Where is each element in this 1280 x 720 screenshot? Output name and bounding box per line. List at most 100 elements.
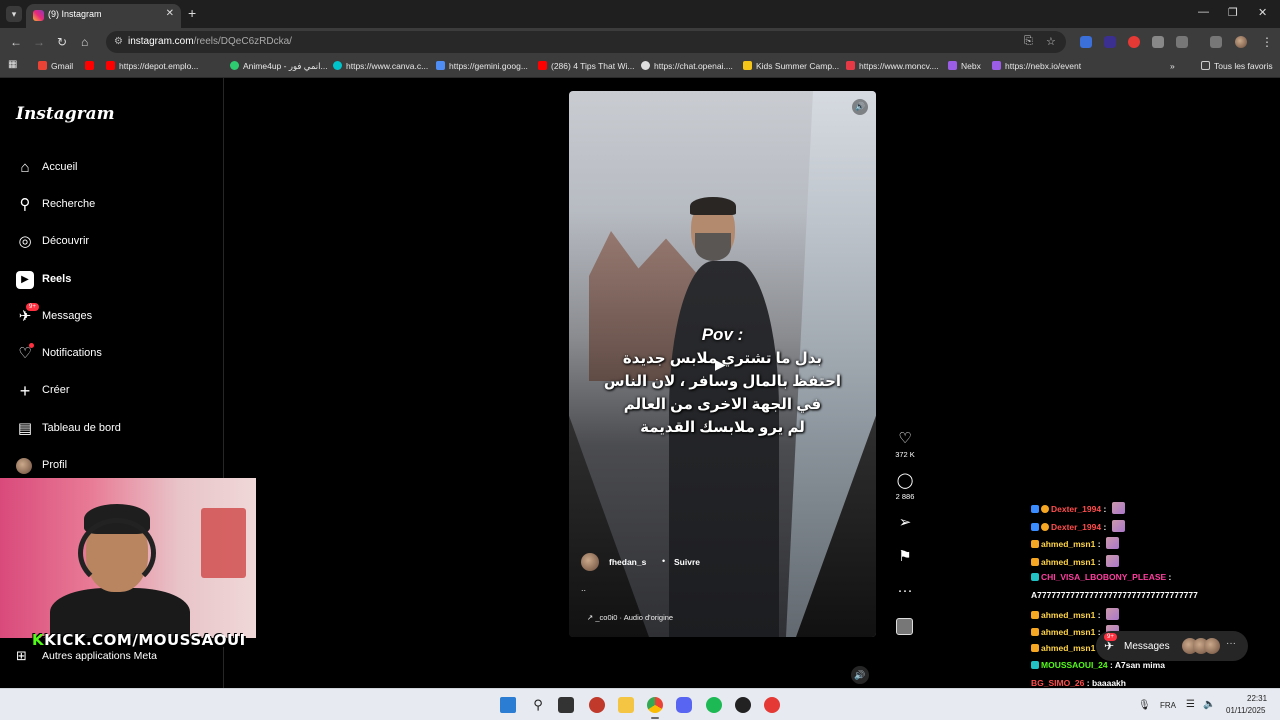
bookmark-depot[interactable]: https://depot.emplo... — [106, 61, 198, 71]
follow-button[interactable]: Suivre — [674, 557, 700, 567]
sidebar-item-recherche[interactable]: ⚲ Recherche — [16, 195, 216, 217]
minimize-button[interactable]: — — [1198, 6, 1209, 18]
back-icon[interactable]: ← — [10, 35, 22, 49]
extension-icon[interactable] — [1128, 36, 1140, 48]
comment-button[interactable]: ◯ 2 886 — [892, 472, 918, 501]
obs-icon[interactable] — [735, 697, 751, 713]
home-browser-icon[interactable]: ⌂ — [81, 35, 88, 49]
app-icon[interactable] — [589, 697, 605, 713]
chrome-icon[interactable] — [647, 697, 663, 713]
discord-icon[interactable] — [676, 697, 692, 713]
chat-badge-icon — [1041, 505, 1049, 513]
search-icon[interactable]: ⚲ — [530, 697, 546, 713]
apps-grid-icon[interactable]: ▦ — [8, 59, 17, 70]
active-tab[interactable]: (9) Instagram ✕ — [26, 4, 181, 28]
volume-icon[interactable]: 🔊 — [851, 666, 869, 684]
anime4up-icon — [230, 61, 239, 70]
sidebar-item-reels[interactable]: ▶ Reels — [16, 270, 216, 292]
windows-start-icon[interactable] — [500, 697, 516, 713]
bookmark-icon: ⚑ — [898, 548, 912, 565]
chat-message: MOUSSAOUI_24 : A7san mima — [1031, 660, 1276, 678]
spotify-icon[interactable] — [706, 697, 722, 713]
man-hair — [690, 197, 736, 215]
sidebar-item-creer[interactable]: + Créer — [16, 381, 216, 403]
bookmark-youtube[interactable] — [85, 61, 98, 71]
all-bookmarks-folder[interactable]: Tous les favoris — [1201, 61, 1273, 71]
tab-close-icon[interactable]: ✕ — [166, 8, 174, 19]
sidebar-item-accueil[interactable]: ⌂ Accueil — [16, 158, 216, 180]
extension-icon[interactable] — [1104, 36, 1116, 48]
instagram-logo[interactable]: Instagram — [16, 104, 115, 124]
profile-avatar-icon[interactable] — [1235, 36, 1247, 48]
chat-badge-icon — [1041, 522, 1049, 531]
bookmark-youtube-tips[interactable]: (286) 4 Tips That Wi... — [538, 61, 634, 71]
man-beard — [695, 233, 731, 261]
bookmark-canva[interactable]: https://www.canva.c... — [333, 61, 428, 71]
microphone-icon[interactable]: 🎙 — [1138, 700, 1151, 711]
wifi-icon[interactable]: ☰ — [1186, 699, 1195, 710]
address-bar[interactable]: ⚙ instagram.com/reels/DQeC6zRDcka/ ⎘ ☆ — [106, 31, 1066, 53]
more-icon[interactable]: ··· — [1226, 638, 1236, 649]
gmail-icon — [38, 61, 47, 70]
tab-search-button[interactable]: ▾ — [6, 6, 22, 22]
bookmark-nebx-event[interactable]: https://nebx.io/event — [992, 61, 1081, 71]
dashboard-icon: ▤ — [17, 420, 33, 437]
chat-message: Dexter_1994 : — [1031, 502, 1276, 520]
volume-icon[interactable]: 🔈 — [1203, 699, 1215, 710]
reels-icon: ▶ — [16, 271, 34, 289]
play-icon[interactable]: ▶ — [715, 356, 726, 373]
sidebar-item-notifications[interactable]: ♡ Notifications — [16, 343, 216, 366]
bookmark-gemini[interactable]: https://gemini.goog... — [436, 61, 528, 71]
forward-icon[interactable]: → — [33, 35, 45, 49]
media-controls-icon[interactable] — [1210, 36, 1222, 48]
task-view-icon[interactable] — [558, 697, 574, 713]
language-indicator[interactable]: FRA — [1160, 701, 1176, 710]
bookmark-nebx[interactable]: Nebx — [948, 61, 981, 71]
like-button[interactable]: ♡ 372 K — [892, 430, 918, 459]
save-button[interactable]: ⚑ — [892, 548, 918, 566]
share-button[interactable]: ➢ — [892, 514, 918, 532]
sidebar-item-profil[interactable]: Profil — [16, 456, 216, 478]
volume-icon[interactable]: 🔊 — [852, 99, 868, 115]
webcam-overlay — [0, 478, 256, 638]
message-avatars — [1182, 638, 1222, 654]
chat-message: CHI_VISA_LBOBONY_PLEASE : — [1031, 572, 1276, 590]
app-icon[interactable] — [764, 697, 780, 713]
caption-line: في الجهة الاخرى من العالم — [623, 396, 822, 413]
sidebar-item-decouvrir[interactable]: ◎ Découvrir — [16, 232, 216, 254]
reload-icon[interactable]: ↻ — [57, 35, 67, 49]
bookmark-gmail[interactable]: Gmail — [38, 61, 73, 71]
bookmark-star-icon[interactable]: ☆ — [1046, 35, 1056, 48]
extension-icon[interactable] — [1080, 36, 1092, 48]
author-username[interactable]: fhedan_s — [609, 557, 646, 567]
extension-icon[interactable] — [1152, 36, 1164, 48]
install-app-icon[interactable]: ⎘ — [1024, 35, 1033, 48]
new-tab-button[interactable]: + — [188, 5, 196, 21]
clock-time[interactable]: 22:31 — [1247, 694, 1267, 703]
extensions-puzzle-icon[interactable] — [1176, 36, 1188, 48]
sidebar-item-messages[interactable]: ✈ 9+ Messages — [16, 303, 216, 329]
reel-audio-link[interactable]: ↗ _co0i0 · Audio d'origine — [587, 613, 673, 622]
plus-icon: + — [19, 381, 31, 401]
bookmark-kids-camp[interactable]: Kids Summer Camp... — [743, 61, 839, 71]
maximize-button[interactable]: ❐ — [1228, 6, 1238, 19]
author-avatar[interactable] — [581, 553, 599, 571]
bookmark-anime4up[interactable]: Anime4up - انمي فور... — [230, 61, 328, 72]
bookmark-moncv[interactable]: https://www.moncv.... — [846, 61, 939, 71]
file-explorer-icon[interactable] — [618, 697, 634, 713]
more-options-button[interactable]: ··· — [892, 582, 918, 600]
reel-description[interactable]: .. — [581, 583, 586, 593]
close-window-button[interactable]: ✕ — [1258, 6, 1267, 19]
more-bookmarks-button[interactable]: » — [1170, 61, 1175, 71]
bookmark-chatgpt[interactable]: https://chat.openai.... — [641, 61, 733, 71]
site-info-icon[interactable]: ⚙ — [114, 36, 123, 47]
audio-thumbnail[interactable] — [896, 618, 913, 635]
clock-date[interactable]: 01/11/2025 — [1226, 706, 1265, 715]
messages-floating-button[interactable]: ✈ 9+ Messages ··· — [1096, 631, 1248, 661]
sidebar-item-tableau-de-bord[interactable]: ▤ Tableau de bord — [16, 419, 216, 441]
nebx-icon — [948, 61, 957, 70]
reel-video[interactable]: 🔊 Pov : بدل ما تشتري ملابس جديدة احتفظ ب… — [569, 91, 876, 637]
menu-kebab-icon[interactable]: ⋮ — [1261, 35, 1273, 49]
man-coat — [669, 261, 779, 637]
stream-chat-overlay: Dexter_1994 : Dexter_1994 : ahmed_msn1 :… — [1031, 502, 1276, 696]
